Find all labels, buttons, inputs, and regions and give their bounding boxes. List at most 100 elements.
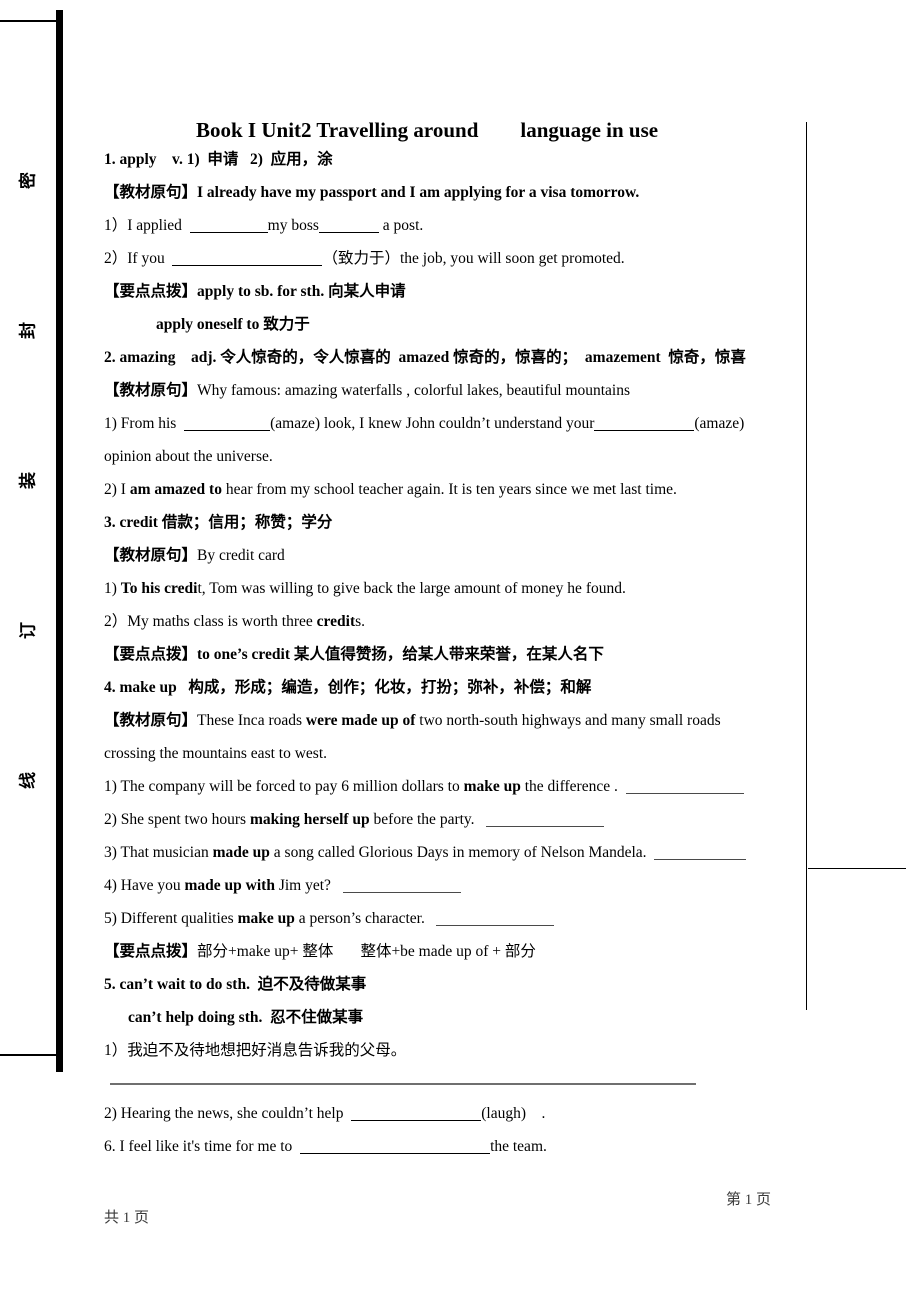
entry-1-tip-1: 【要点点拨】apply to sb. for sth. 向某人申请 — [104, 275, 864, 308]
entry-1-exercise-2: 2）If you （致力于）the job, you will soon get… — [104, 242, 864, 275]
entry-1-exercise-1: 1）I applied my boss a post. — [104, 209, 864, 242]
document-body: Book I Unit2 Travelling around language … — [104, 0, 864, 1163]
exercise-text: 2) Hearing the news, she couldn’t help — [104, 1105, 352, 1122]
exercise-text: 1) — [104, 580, 121, 597]
answer-blank[interactable] — [351, 1107, 482, 1121]
entry-3-textbook: 【教材原句】By credit card — [104, 539, 864, 572]
binding-tick-bottom — [0, 1054, 58, 1056]
textbook-sentence: These Inca roads — [197, 712, 306, 729]
entry-3-exercise-2: 2）My maths class is worth three credits. — [104, 605, 864, 638]
exercise-text: a song called Glorious Days in memory of… — [269, 844, 647, 861]
entry-4-textbook: 【教材原句】These Inca roads were made up of t… — [104, 704, 864, 737]
textbook-bold: were made up of — [305, 712, 416, 729]
entry-5-exercise-2: 2) Hearing the news, she couldn’t help (… — [104, 1097, 864, 1130]
exercise-text: a post. — [378, 217, 424, 234]
entry-5-headword-2: can’t help doing sth. 忍不住做某事 — [128, 1009, 364, 1026]
tip-phrase: apply oneself to — [156, 316, 260, 333]
binding-tick-top — [0, 20, 58, 22]
answer-blank[interactable] — [486, 813, 605, 827]
entry-4-item-3: 3) That musician made up a song called G… — [104, 836, 864, 869]
headword-gloss: 借款；信用；称赞；学分 — [157, 514, 333, 531]
exercise-text: (laugh) — [481, 1105, 526, 1122]
exercise-text: 2）My maths class is worth three — [104, 613, 317, 630]
exercise-text: my boss — [267, 217, 319, 234]
exercise-text: 2) I — [104, 481, 130, 498]
tip-label: 【要点点拨】 — [104, 943, 198, 960]
exercise-text: 1) The company will be forced to pay 6 m… — [104, 778, 464, 795]
tip-gloss: 向某人申请 — [324, 283, 406, 300]
entry-1-textbook: 【教材原句】I already have my passport and I a… — [104, 176, 864, 209]
tip-phrase: apply to sb. for sth. — [197, 283, 325, 300]
textbook-sentence: I already have my passport and I am appl… — [197, 184, 640, 201]
binding-margin: 密 封 装 订 线 — [0, 0, 90, 1302]
entry-1-tip-2: apply oneself to 致力于 — [104, 308, 864, 341]
exercise-text: (amaze) look, I knew John couldn’t under… — [270, 415, 595, 432]
answer-blank[interactable] — [318, 219, 379, 233]
exercise-text: a person’s character. — [294, 910, 425, 927]
textbook-label: 【教材原句】 — [104, 712, 198, 729]
answer-blank[interactable] — [189, 219, 268, 233]
entry-4-item-1: 1) The company will be forced to pay 6 m… — [104, 770, 864, 803]
entry-4-headword: 4. make up 构成，形成；编造，创作；化妆，打扮；弥补，补偿；和解 — [104, 679, 592, 696]
textbook-label: 【教材原句】 — [104, 382, 198, 399]
textbook-sentence: two north-south highways and many small … — [415, 712, 721, 729]
exercise-text: 5) Different qualities — [104, 910, 238, 927]
exercise-text: before the party. — [369, 811, 475, 828]
page-number-left: 共 1 页 — [104, 1210, 150, 1226]
exercise-bold: making herself up — [249, 811, 370, 828]
exercise-bold: credit — [316, 613, 356, 630]
exercise-text: (amaze) — [694, 415, 745, 432]
answer-blank[interactable] — [300, 1140, 491, 1154]
exercise-text: 1) From his — [104, 415, 185, 432]
entry-2-exercise-1-cont: opinion about the universe. — [104, 448, 273, 465]
exercise-text: 2）If you — [104, 250, 173, 267]
exercise-bold: am amazed to — [129, 481, 222, 498]
entry-2-textbook: 【教材原句】Why famous: amazing waterfalls , c… — [104, 374, 864, 407]
exercise-bold: made up with — [184, 877, 275, 894]
textbook-sentence: By credit card — [197, 547, 285, 564]
exercise-bold: To his credi — [120, 580, 198, 597]
answer-blank[interactable] — [436, 912, 555, 926]
entry-4-item-4: 4) Have you made up with Jim yet? — [104, 869, 864, 902]
entry-2-exercise-2: 2) I am amazed to hear from my school te… — [104, 473, 864, 506]
answer-blank[interactable] — [654, 846, 747, 860]
textbook-label: 【教材原句】 — [104, 184, 198, 201]
exercise-bold: made up — [212, 844, 270, 861]
page-title: Book I Unit2 Travelling around language … — [196, 118, 659, 142]
entry-3-exercise-1: 1) To his credit, Tom was willing to giv… — [104, 572, 864, 605]
binding-label-mi: 密 — [18, 172, 38, 189]
tip-label: 【要点点拨】 — [104, 646, 198, 663]
exercise-text: 6. I feel like it's time for me to — [104, 1138, 301, 1155]
answer-blank[interactable] — [184, 417, 271, 431]
entry-2-exercise-1: 1) From his (amaze) look, I knew John co… — [104, 407, 864, 440]
answer-blank[interactable] — [172, 252, 323, 266]
exercise-text: 4) Have you — [104, 877, 185, 894]
exercise-bold: make up — [237, 910, 295, 927]
entry-5-headword-1: 5. can’t wait to do sth. 迫不及待做某事 — [104, 976, 367, 993]
entry-6-exercise: 6. I feel like it's time for me to the t… — [104, 1130, 864, 1163]
entry-4-item-5: 5) Different qualities make up a person’… — [104, 902, 864, 935]
binding-label-ding: 订 — [18, 622, 38, 639]
answer-blank[interactable] — [594, 417, 695, 431]
exercise-text: the difference . — [520, 778, 618, 795]
binding-label-zhuang: 装 — [18, 472, 38, 489]
entry-1-headword: 1. apply v. 1) 申请 2) 应用，涂 — [104, 151, 333, 168]
entry-3-tip: 【要点点拨】to one’s credit 某人值得赞扬，给某人带来荣誉，在某人… — [104, 638, 864, 671]
binding-bar — [56, 10, 63, 1072]
exercise-text: Jim yet? — [274, 877, 331, 894]
textbook-sentence: Why famous: amazing waterfalls , colorfu… — [197, 382, 631, 399]
entry-4-textbook-cont: crossing the mountains east to west. — [104, 745, 327, 762]
exercise-text: 1）I applied — [104, 217, 190, 234]
exercise-text: 2) She spent two hours — [104, 811, 250, 828]
answer-blank-overrun[interactable] — [808, 868, 906, 869]
answer-blank[interactable] — [625, 780, 744, 794]
exercise-text: hear from my school teacher again. It is… — [221, 481, 677, 498]
answer-blank[interactable] — [342, 879, 461, 893]
entry-3-headword: 3. credit 借款；信用；称赞；学分 — [104, 506, 864, 539]
exercise-bold: make up — [463, 778, 521, 795]
exercise-text: . — [541, 1105, 546, 1122]
handwriting-rule[interactable] — [104, 1067, 864, 1097]
exercise-text: the team. — [490, 1138, 547, 1155]
binding-label-feng: 封 — [18, 322, 38, 339]
entry-4-tip: 【要点点拨】部分+make up+ 整体 整体+be made up of + … — [104, 935, 864, 968]
